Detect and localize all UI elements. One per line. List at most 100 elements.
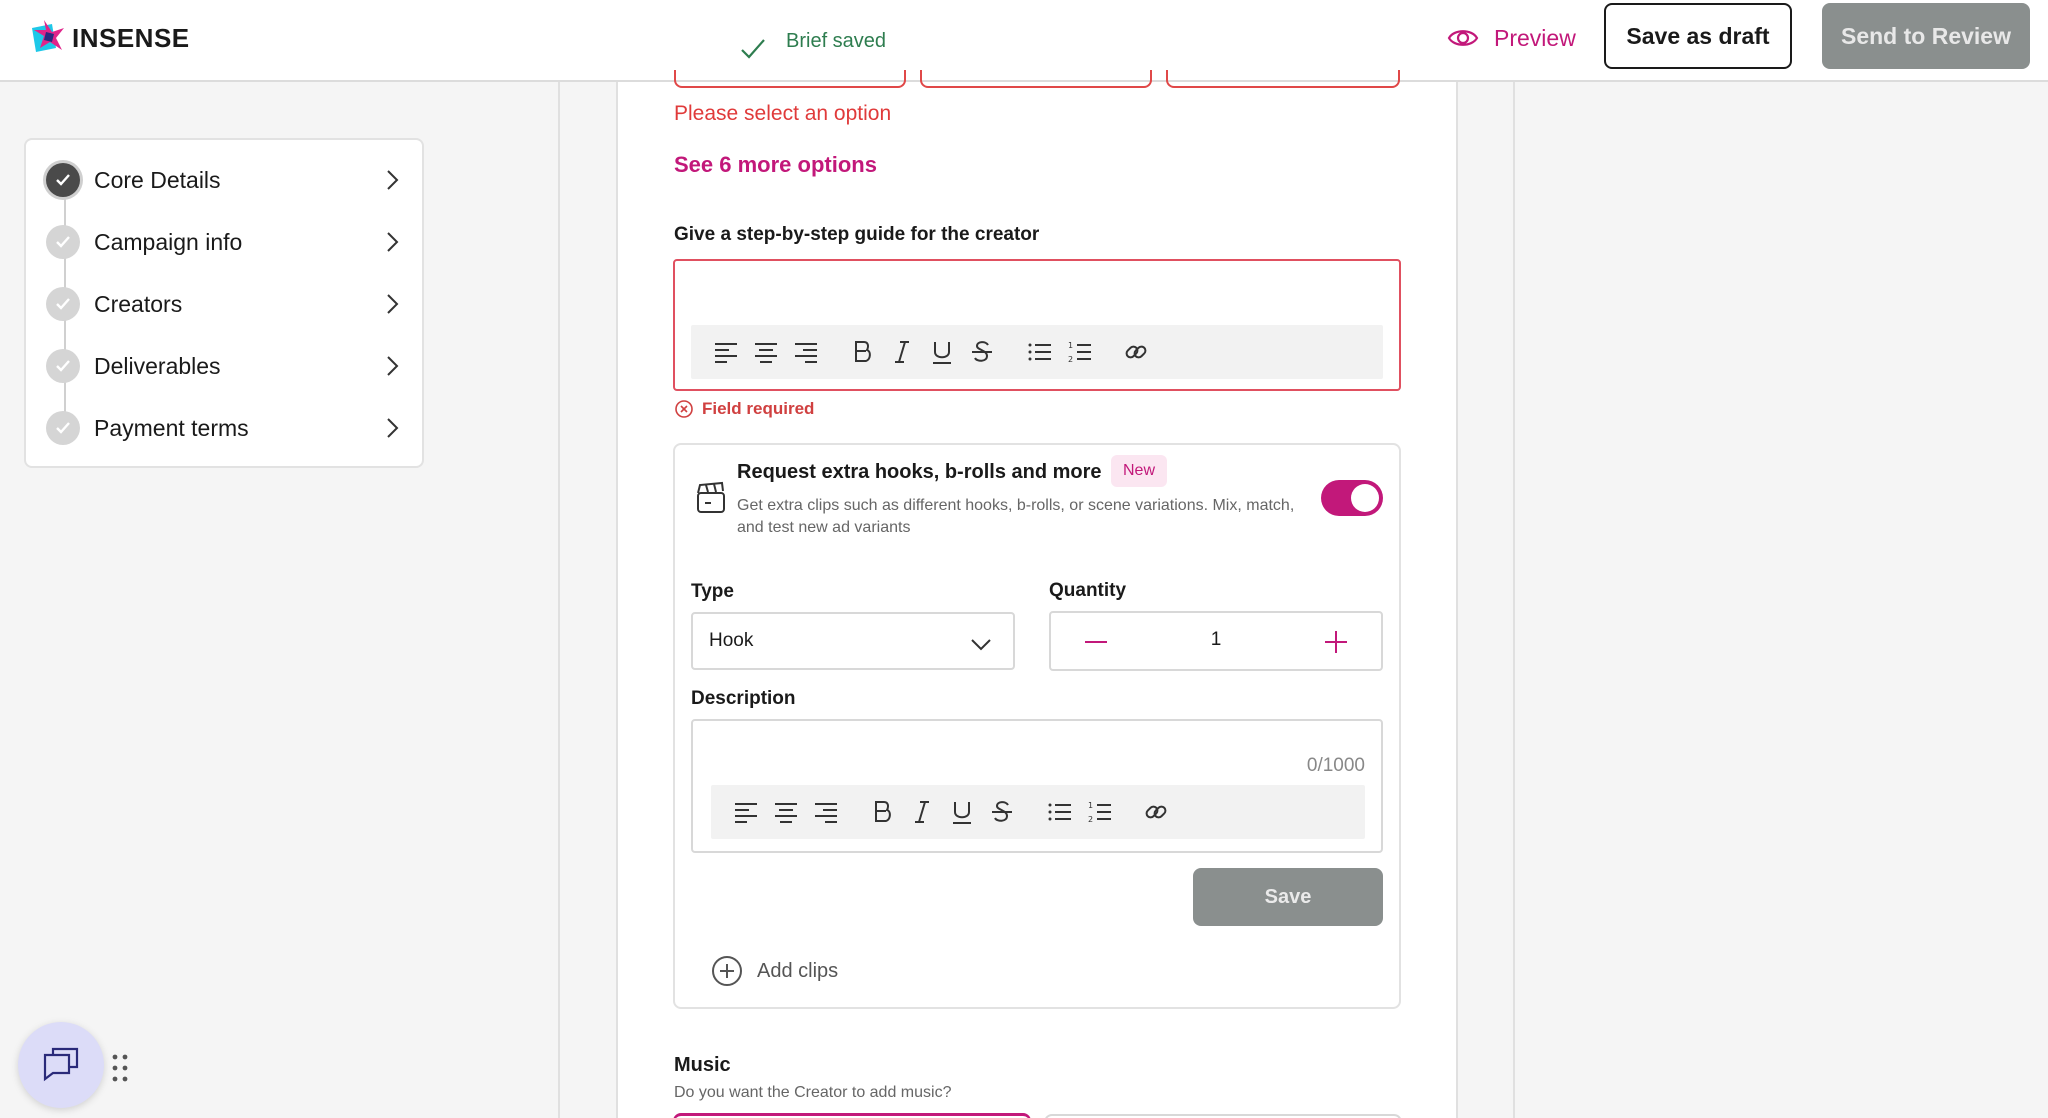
error-circle-icon bbox=[675, 400, 693, 418]
italic-icon[interactable] bbox=[907, 797, 937, 827]
step-pending-icon bbox=[46, 287, 80, 321]
bullet-list-icon[interactable] bbox=[1025, 337, 1055, 367]
option-card[interactable] bbox=[1166, 70, 1400, 88]
music-option-card[interactable] bbox=[1044, 1114, 1402, 1118]
align-left-icon[interactable] bbox=[711, 337, 741, 367]
eye-icon bbox=[1447, 30, 1479, 46]
svg-text:1: 1 bbox=[1068, 341, 1073, 350]
chevron-right-icon bbox=[387, 356, 399, 376]
save-button[interactable]: Save bbox=[1193, 868, 1383, 926]
logo-text: INSENSE bbox=[72, 22, 190, 53]
char-counter: 0/1000 bbox=[1306, 755, 1365, 776]
sidebar-item-label: Payment terms bbox=[94, 414, 249, 441]
strikethrough-icon[interactable] bbox=[987, 797, 1017, 827]
select-option-error: Please select an option bbox=[674, 102, 892, 125]
bold-icon[interactable] bbox=[847, 337, 877, 367]
svg-text:2: 2 bbox=[1068, 355, 1073, 364]
logo-icon bbox=[32, 20, 64, 52]
align-center-icon[interactable] bbox=[771, 797, 801, 827]
add-clips-button[interactable]: Add clips bbox=[711, 955, 838, 987]
minus-icon[interactable] bbox=[1081, 627, 1111, 657]
type-label: Type bbox=[691, 581, 734, 602]
sidebar-item-label: Deliverables bbox=[94, 352, 221, 379]
align-left-icon[interactable] bbox=[731, 797, 761, 827]
quantity-value[interactable]: 1 bbox=[1201, 629, 1231, 651]
hooks-description: Get extra clips such as different hooks,… bbox=[737, 497, 1295, 536]
add-clips-label: Add clips bbox=[757, 959, 839, 982]
hooks-title: Request extra hooks, b-rolls and more bbox=[737, 461, 1102, 483]
music-title: Music bbox=[674, 1054, 731, 1076]
strikethrough-icon[interactable] bbox=[967, 337, 997, 367]
underline-icon[interactable] bbox=[947, 797, 977, 827]
align-right-icon[interactable] bbox=[811, 797, 841, 827]
type-select-value: Hook bbox=[709, 630, 754, 651]
svg-text:2: 2 bbox=[1088, 815, 1093, 824]
save-as-draft-button[interactable]: Save as draft bbox=[1604, 3, 1792, 69]
align-center-icon[interactable] bbox=[751, 337, 781, 367]
check-icon bbox=[741, 39, 765, 59]
sidebar-item-label: Core Details bbox=[94, 166, 221, 193]
option-card[interactable] bbox=[674, 70, 906, 88]
editor-toolbar: 12 bbox=[691, 325, 1383, 379]
plus-icon[interactable] bbox=[1321, 627, 1351, 657]
logo[interactable]: INSENSE bbox=[30, 18, 190, 58]
chevron-right-icon bbox=[387, 418, 399, 438]
field-required-text: Field required bbox=[702, 399, 815, 418]
brief-steps-sidebar: Core Details Campaign info Creators Deli… bbox=[24, 138, 424, 468]
hooks-toggle[interactable] bbox=[1321, 480, 1383, 516]
content-border-right bbox=[1513, 82, 1515, 1118]
option-card[interactable] bbox=[920, 70, 1152, 88]
toggle-knob bbox=[1351, 484, 1379, 512]
preview-label: Preview bbox=[1494, 24, 1576, 51]
quantity-label: Quantity bbox=[1049, 580, 1127, 601]
align-right-icon[interactable] bbox=[791, 337, 821, 367]
step-complete-icon bbox=[46, 163, 80, 197]
description-editor[interactable]: 0/1000 12 bbox=[691, 719, 1383, 853]
music-option-card[interactable] bbox=[673, 1113, 1031, 1118]
sidebar-item-campaign-info[interactable]: Campaign info bbox=[46, 222, 416, 262]
description-label: Description bbox=[691, 688, 796, 709]
new-badge: New bbox=[1111, 455, 1168, 487]
guide-editor[interactable]: 12 bbox=[673, 259, 1401, 391]
content-border-left bbox=[558, 82, 560, 1118]
save-status: Brief saved bbox=[738, 18, 886, 64]
field-required-error: Field required bbox=[674, 399, 814, 419]
extra-hooks-panel: Request extra hooks, b-rolls and more Ne… bbox=[673, 443, 1401, 1009]
link-icon[interactable] bbox=[1121, 337, 1151, 367]
step-pending-icon bbox=[46, 411, 80, 445]
sidebar-item-creators[interactable]: Creators bbox=[46, 284, 416, 324]
sidebar-item-deliverables[interactable]: Deliverables bbox=[46, 346, 416, 386]
bold-icon[interactable] bbox=[867, 797, 897, 827]
sidebar-item-label: Campaign info bbox=[94, 228, 243, 255]
preview-button[interactable]: Preview bbox=[1446, 18, 1576, 58]
guide-label: Give a step-by-step guide for the creato… bbox=[674, 224, 1040, 245]
bullet-list-icon[interactable] bbox=[1045, 797, 1075, 827]
chevron-right-icon bbox=[387, 232, 399, 252]
chat-widget-button[interactable] bbox=[18, 1022, 104, 1108]
send-to-review-button[interactable]: Send to Review bbox=[1822, 3, 2030, 69]
clapperboard-icon bbox=[697, 481, 725, 513]
step-pending-icon bbox=[46, 349, 80, 383]
numbered-list-icon[interactable]: 12 bbox=[1065, 337, 1095, 367]
editor-toolbar: 12 bbox=[711, 785, 1365, 839]
numbered-list-icon[interactable]: 12 bbox=[1085, 797, 1115, 827]
see-more-options-link[interactable]: See 6 more options bbox=[674, 152, 877, 178]
step-pending-icon bbox=[46, 225, 80, 259]
sidebar-item-payment-terms[interactable]: Payment terms bbox=[46, 408, 416, 448]
add-circle-icon bbox=[712, 956, 742, 986]
chevron-down-icon bbox=[971, 639, 991, 651]
type-select[interactable]: Hook bbox=[691, 612, 1015, 670]
sidebar-item-label: Creators bbox=[94, 290, 183, 317]
chat-icon bbox=[43, 1047, 79, 1082]
drag-handle-icon[interactable] bbox=[110, 1053, 130, 1083]
save-status-text: Brief saved bbox=[786, 29, 887, 52]
sidebar-item-core-details[interactable]: Core Details bbox=[46, 160, 416, 200]
chevron-right-icon bbox=[387, 294, 399, 314]
svg-text:1: 1 bbox=[1088, 801, 1093, 810]
link-icon[interactable] bbox=[1141, 797, 1171, 827]
underline-icon[interactable] bbox=[927, 337, 957, 367]
chevron-right-icon bbox=[387, 170, 399, 190]
italic-icon[interactable] bbox=[887, 337, 917, 367]
quantity-stepper: 1 bbox=[1049, 611, 1383, 671]
music-subtitle: Do you want the Creator to add music? bbox=[674, 1084, 952, 1101]
